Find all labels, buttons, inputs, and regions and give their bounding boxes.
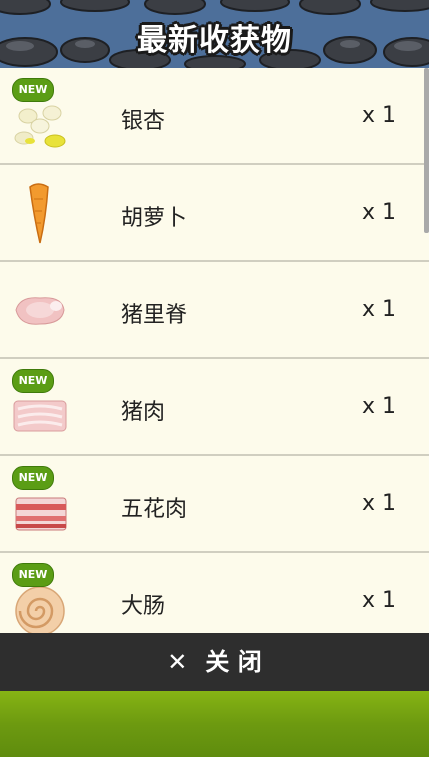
new-badge: NEW	[12, 466, 54, 490]
close-label: 关 闭	[205, 648, 262, 676]
item-name: 猪肉	[121, 400, 166, 425]
new-badge: NEW	[12, 369, 54, 393]
item-name: 五花肉	[121, 497, 188, 522]
footer-grass	[0, 691, 429, 757]
item-quantity: x 1	[362, 588, 397, 613]
list-item[interactable]: 猪里脊 x 1	[0, 262, 429, 359]
item-quantity: x 1	[362, 394, 397, 419]
close-icon: ✕	[167, 648, 188, 676]
item-quantity: x 1	[362, 200, 397, 225]
list-item[interactable]: NEW 银杏 x 1	[0, 68, 429, 165]
list-item[interactable]: NEW 猪肉 x 1	[0, 359, 429, 456]
item-quantity: x 1	[362, 297, 397, 322]
close-button[interactable]: ✕ 关 闭	[0, 633, 429, 691]
scrollbar[interactable]	[424, 68, 429, 233]
item-quantity: x 1	[362, 103, 397, 128]
new-badge: NEW	[12, 78, 54, 102]
item-name: 大肠	[121, 594, 166, 619]
page-title: 最新收获物	[137, 23, 292, 58]
list-item[interactable]: NEW 大肠 x 1	[0, 553, 429, 633]
pork-loin-icon	[15, 297, 65, 325]
list-item[interactable]: 胡萝卜 x 1	[0, 165, 429, 262]
item-name: 银杏	[121, 109, 166, 134]
new-badge: NEW	[12, 563, 54, 587]
harvest-list[interactable]: NEW 银杏 x 1 胡萝卜 x 1 猪里脊 x 1 NEW 猪肉 x 1 NE…	[0, 68, 429, 633]
list-item[interactable]: NEW 五花肉 x 1	[0, 456, 429, 553]
carrot-icon	[29, 183, 49, 244]
item-name: 胡萝卜	[121, 206, 188, 231]
item-name: 猪里脊	[121, 303, 188, 328]
item-quantity: x 1	[362, 491, 397, 516]
header-banner: 最新收获物	[0, 0, 429, 68]
